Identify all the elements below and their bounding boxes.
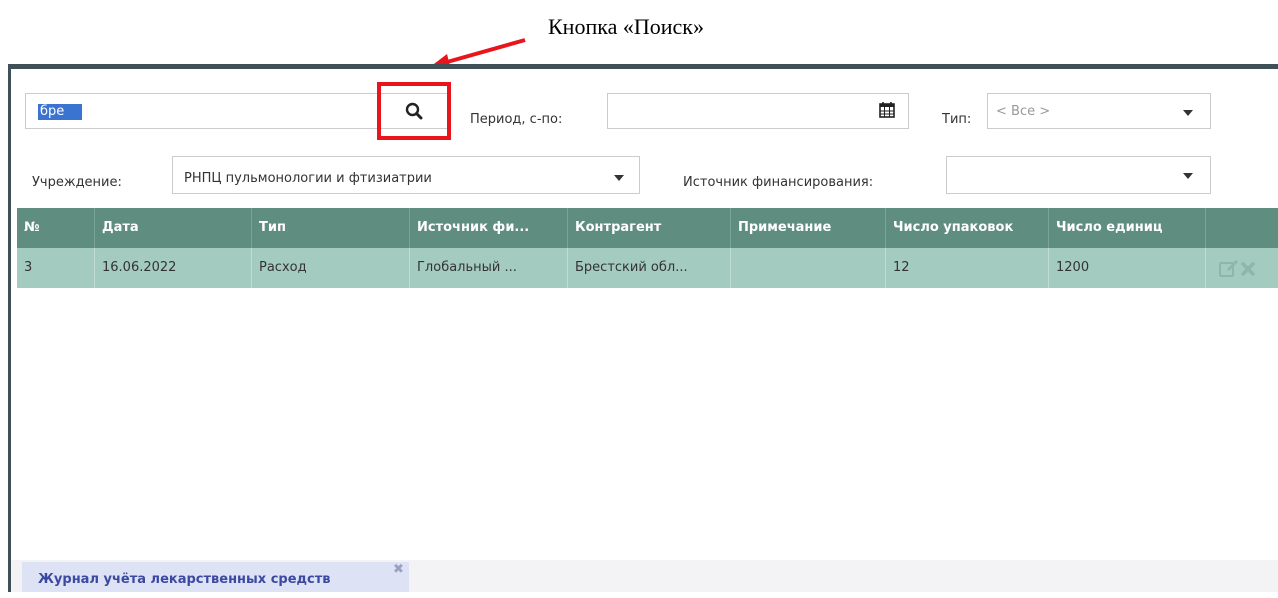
row-actions <box>1206 248 1278 288</box>
calendar-icon[interactable] <box>879 102 895 118</box>
institution-select[interactable]: РНПЦ пульмонологии и фтизиатрии <box>172 156 640 194</box>
chevron-down-icon <box>1183 110 1193 116</box>
table-cell: 3 <box>17 248 95 288</box>
table-cell: 16.06.2022 <box>95 248 252 288</box>
edit-icon[interactable] <box>1219 260 1239 278</box>
table-cell <box>731 248 886 288</box>
close-icon[interactable]: ✖ <box>393 562 404 577</box>
column-header[interactable]: Контрагент <box>568 208 731 248</box>
column-header[interactable]: Источник фи... <box>410 208 568 248</box>
search-icon <box>405 102 423 120</box>
period-field[interactable] <box>607 93 909 129</box>
table-cell: 1200 <box>1049 248 1206 288</box>
period-label: Период, с-по: <box>470 112 563 127</box>
delete-icon[interactable] <box>1241 262 1255 276</box>
funding-label: Источник финансирования: <box>683 175 874 190</box>
grid-header: № Дата Тип Источник фи... Контрагент При… <box>17 208 1278 248</box>
column-header[interactable]: № <box>17 208 95 248</box>
table-cell: 12 <box>886 248 1049 288</box>
journal-window <box>8 64 1278 592</box>
column-header[interactable]: Число упаковок <box>886 208 1049 248</box>
chevron-down-icon <box>1183 173 1193 179</box>
institution-select-value: РНПЦ пульмонологии и фтизиатрии <box>184 171 432 186</box>
table-row[interactable]: 3 16.06.2022 Расход Глобальный ... Брест… <box>17 248 1278 288</box>
column-header[interactable]: Число единиц <box>1049 208 1206 248</box>
column-header-actions <box>1206 208 1278 248</box>
journal-grid: № Дата Тип Источник фи... Контрагент При… <box>17 208 1278 288</box>
chevron-down-icon <box>614 175 624 181</box>
table-cell: Расход <box>252 248 410 288</box>
column-header[interactable]: Тип <box>252 208 410 248</box>
type-select[interactable]: < Все > <box>987 93 1211 129</box>
column-header[interactable]: Дата <box>95 208 252 248</box>
funding-select[interactable] <box>946 156 1211 194</box>
institution-label: Учреждение: <box>32 175 122 190</box>
table-cell: Глобальный ... <box>410 248 568 288</box>
type-select-value: < Все > <box>996 104 1051 119</box>
search-input[interactable]: бре <box>38 104 82 120</box>
table-cell: Брестский обл... <box>568 248 731 288</box>
column-header[interactable]: Примечание <box>731 208 886 248</box>
type-label: Тип: <box>942 112 972 127</box>
search-button[interactable] <box>377 82 451 140</box>
tab-drug-journal[interactable]: Журнал учёта лекарственных средств <box>22 562 409 592</box>
